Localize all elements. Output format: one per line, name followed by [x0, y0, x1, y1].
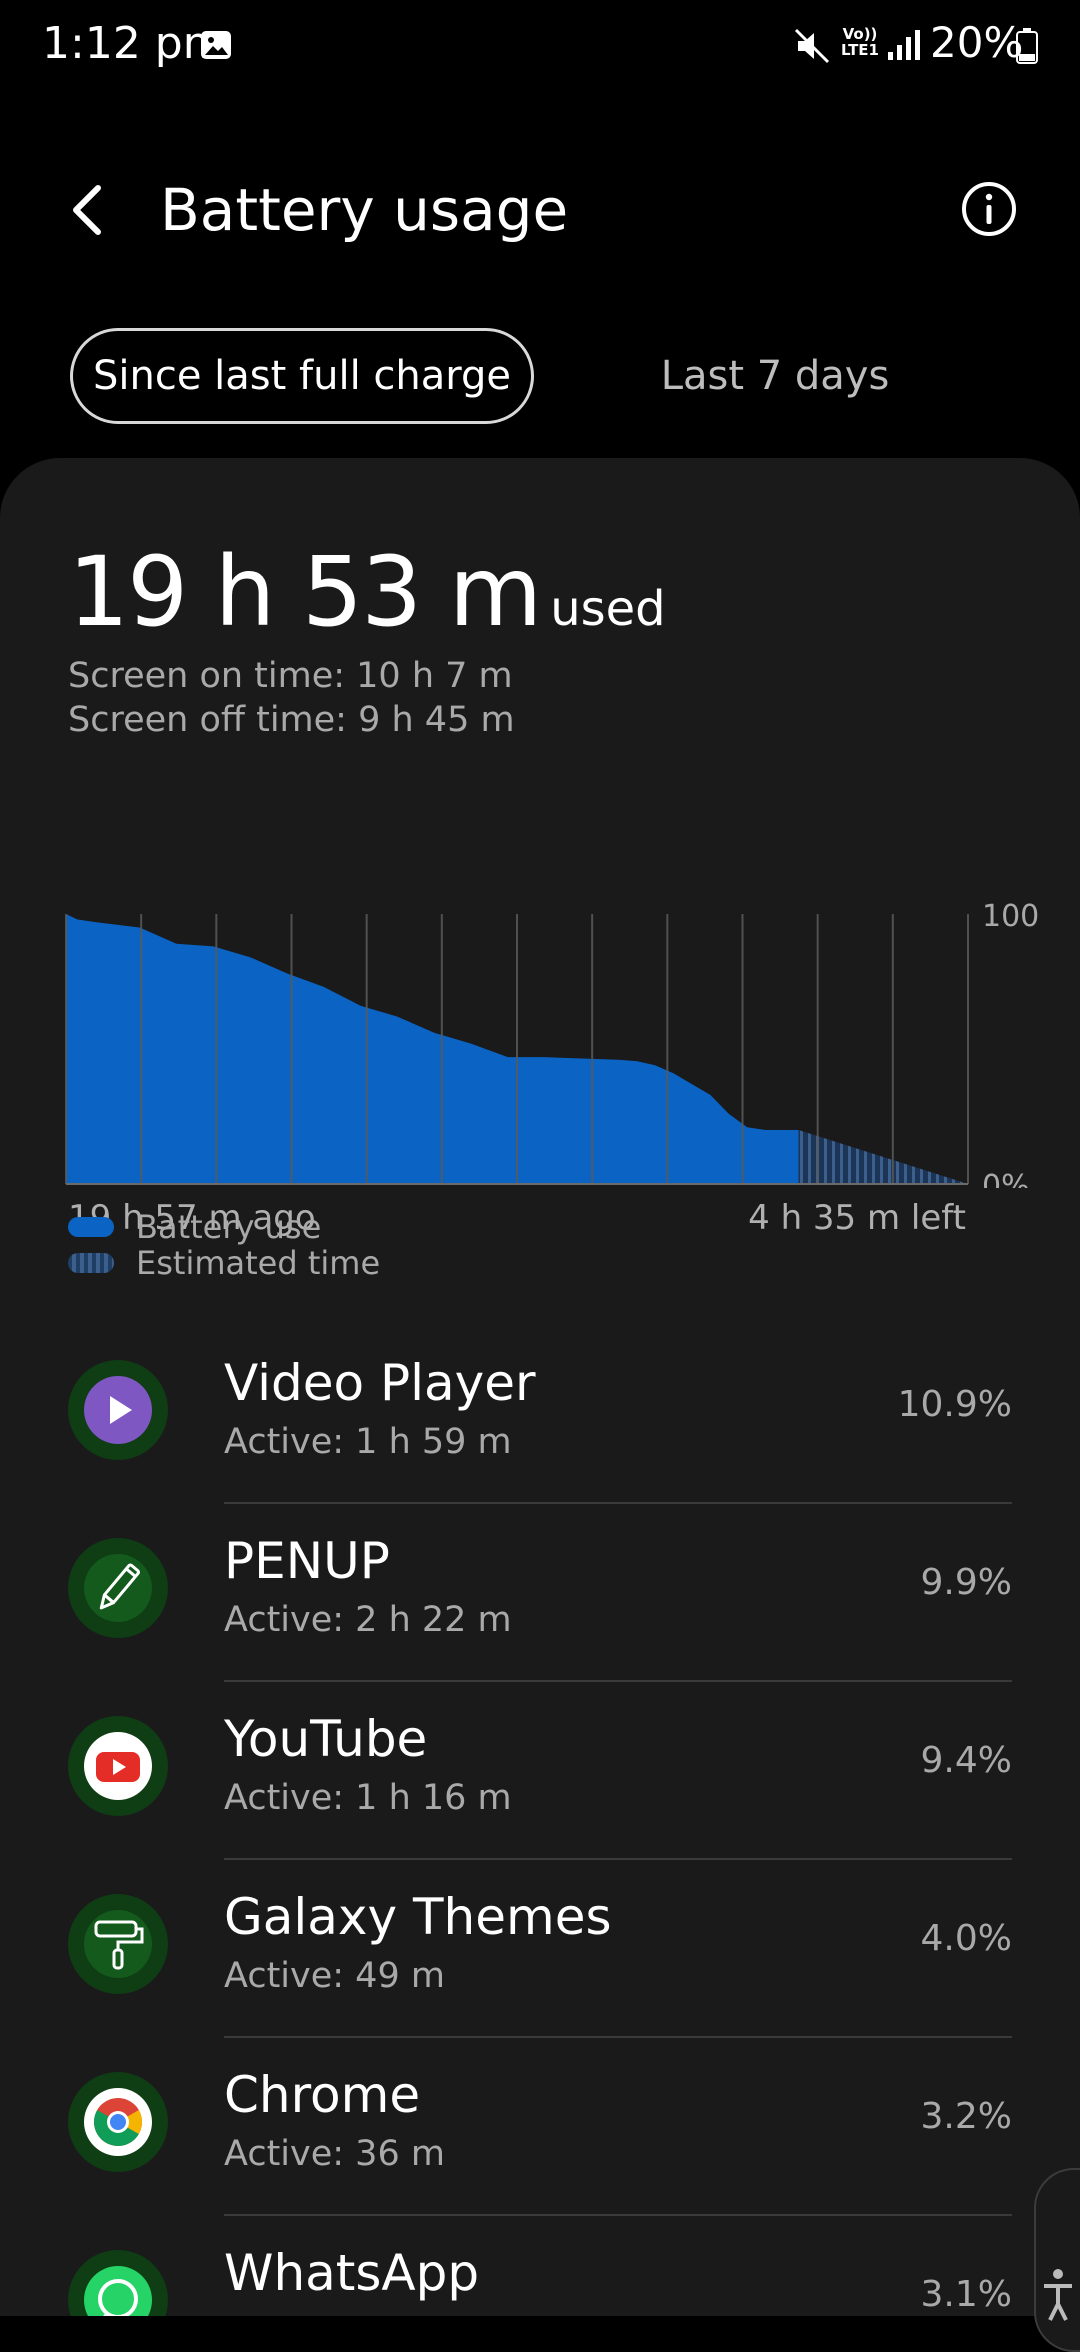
- app-name: Chrome: [224, 2066, 421, 2124]
- app-usage-percent: 3.1%: [920, 2274, 1012, 2315]
- accessibility-icon: [1044, 2269, 1072, 2321]
- app-active-time: Active: 1 h 16 m: [224, 1778, 512, 1818]
- app-name: Video Player: [224, 1354, 536, 1412]
- estimated-time-area: [798, 1130, 968, 1184]
- tab-last-7-days[interactable]: Last 7 days: [600, 328, 950, 424]
- signal-icon: [888, 30, 920, 60]
- app-usage-percent: 9.9%: [920, 1562, 1012, 1603]
- info-icon[interactable]: [960, 180, 1018, 238]
- youtube-icon: [68, 1716, 168, 1816]
- app-active-time: Active: 49 m: [224, 1956, 445, 1996]
- app-active-time: Active: 2 h 22 m: [224, 1600, 512, 1640]
- app-usage-percent: 9.4%: [920, 1740, 1012, 1781]
- battery-chart: 100 0% 19 h 57 m ago 4 h 35 m left: [0, 838, 1080, 1268]
- status-bar: 1:12 pm Vo)) LTE1 20%: [0, 0, 1080, 92]
- app-active-time: Active: 1 h 59 m: [224, 1422, 512, 1462]
- app-name: Galaxy Themes: [224, 1888, 612, 1946]
- usage-total-value: 19 h 53 m: [68, 536, 542, 648]
- usage-total: 19 h 53 m used: [68, 536, 666, 648]
- app-header: Battery usage: [0, 160, 1080, 260]
- period-tabs: Since last full charge Last 7 days: [0, 328, 1080, 428]
- app-row-galaxy-themes[interactable]: Galaxy Themes Active: 49 m 4.0%: [0, 1860, 1080, 2038]
- app-usage-percent: 4.0%: [920, 1918, 1012, 1959]
- app-name: YouTube: [224, 1710, 428, 1768]
- app-name: WhatsApp: [224, 2244, 480, 2302]
- video-player-icon: [68, 1360, 168, 1460]
- app-usage-percent: 10.9%: [897, 1384, 1012, 1425]
- status-time: 1:12 pm: [42, 18, 226, 69]
- back-icon[interactable]: [64, 182, 112, 238]
- screen-off-time: Screen off time: 9 h 45 m: [68, 700, 515, 740]
- app-usage-percent: 3.2%: [920, 2096, 1012, 2137]
- y-tick-100: 100: [982, 899, 1039, 934]
- mute-icon: [794, 28, 830, 64]
- accessibility-button[interactable]: [1034, 2168, 1080, 2352]
- gallery-notification-icon: [201, 31, 231, 59]
- screen-on-time: Screen on time: 10 h 7 m: [68, 656, 513, 696]
- legend-estimated-time-label: Estimated time: [136, 1244, 381, 1282]
- app-row-chrome[interactable]: Chrome Active: 36 m 3.2%: [0, 2038, 1080, 2216]
- legend-battery-use-label: Battery use: [136, 1208, 322, 1246]
- battery-chart-plot: 100 0%: [65, 899, 1039, 1188]
- battery-panel: 19 h 53 m used Screen on time: 10 h 7 m S…: [0, 458, 1080, 2316]
- legend-battery-use: Battery use: [68, 1208, 321, 1246]
- legend-battery-use-swatch: [68, 1217, 114, 1237]
- app-row-youtube[interactable]: YouTube Active: 1 h 16 m 9.4%: [0, 1682, 1080, 1860]
- chrome-icon: [68, 2072, 168, 2172]
- app-active-time: Active: 36 m: [224, 2134, 445, 2174]
- whatsapp-icon: [68, 2250, 168, 2316]
- y-tick-0: 0%: [982, 1169, 1030, 1188]
- battery-icon: [1016, 28, 1038, 64]
- usage-total-suffix: used: [550, 581, 666, 637]
- app-row-whatsapp[interactable]: WhatsApp 3.1%: [0, 2216, 1080, 2316]
- battery-use-area: [66, 914, 799, 1184]
- app-row-penup[interactable]: PENUP Active: 2 h 22 m 9.9%: [0, 1504, 1080, 1682]
- app-row-video-player[interactable]: Video Player Active: 1 h 59 m 10.9%: [0, 1326, 1080, 1504]
- paint-roller-icon: [68, 1894, 168, 1994]
- network-label: Vo)) LTE1: [841, 25, 879, 59]
- chart-x-end-label: 4 h 35 m left: [748, 1198, 966, 1238]
- legend-estimated-time-swatch: [68, 1253, 114, 1273]
- tab-since-last-full-charge[interactable]: Since last full charge: [70, 328, 534, 424]
- battery-percent: 20%: [930, 18, 1024, 67]
- legend-estimated-time: Estimated time: [68, 1244, 380, 1282]
- app-name: PENUP: [224, 1532, 390, 1590]
- page-title: Battery usage: [160, 176, 569, 244]
- penup-pencil-icon: [68, 1538, 168, 1638]
